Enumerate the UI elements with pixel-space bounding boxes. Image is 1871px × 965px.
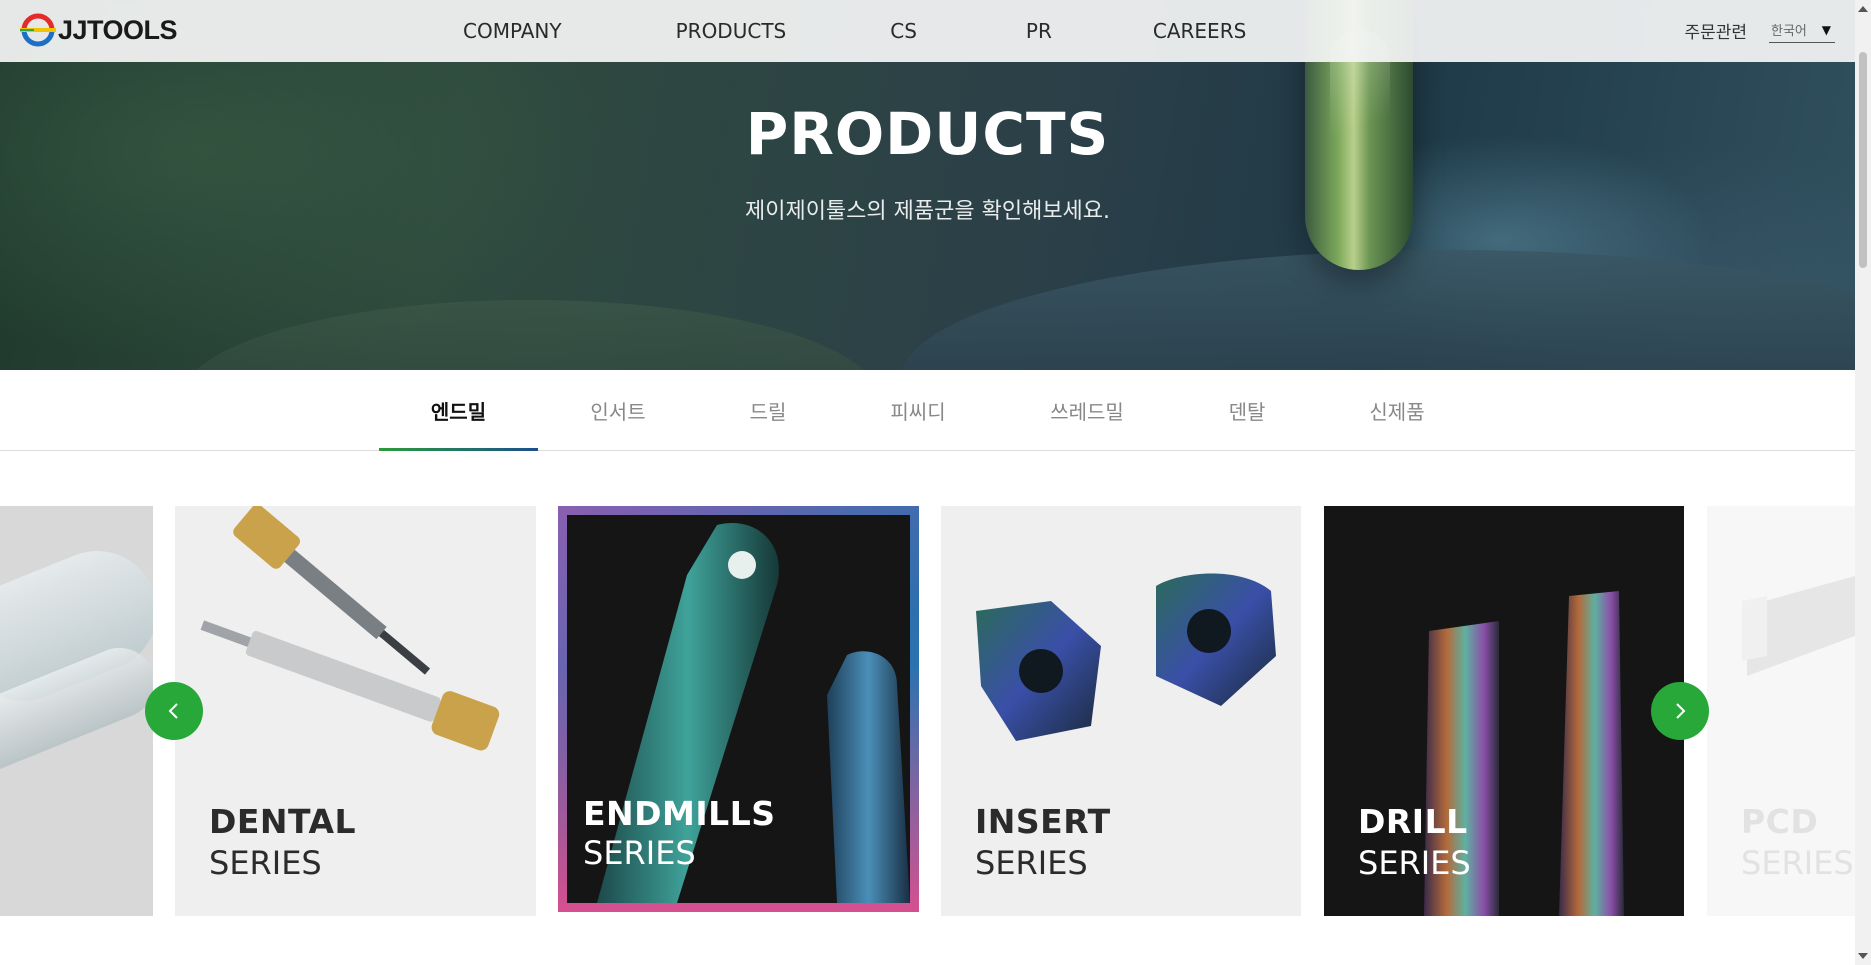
hero-title: PRODUCTS bbox=[745, 100, 1110, 168]
nav-products[interactable]: PRODUCTS bbox=[676, 19, 787, 43]
card-subtitle: SERIES bbox=[1741, 844, 1854, 882]
carousel-prev-button[interactable] bbox=[145, 682, 203, 740]
product-card-dental[interactable]: DENTAL SERIES bbox=[175, 506, 536, 916]
pcd-image bbox=[1742, 576, 1855, 676]
nav-pr[interactable]: PR bbox=[1026, 19, 1052, 43]
carousel-next-button[interactable] bbox=[1651, 682, 1709, 740]
card-title: INSERT bbox=[975, 802, 1111, 841]
card-title: DRILL bbox=[1358, 802, 1468, 841]
card-subtitle: SERIES bbox=[1358, 844, 1471, 882]
order-link[interactable]: 주문관련 bbox=[1684, 18, 1747, 43]
page-scrollbar[interactable] bbox=[1855, 0, 1871, 965]
dental-tools-image bbox=[200, 506, 500, 751]
logo-text: JJTOOLS bbox=[58, 14, 178, 45]
insert-image bbox=[976, 573, 1276, 741]
hero-subtitle: 제이제이툴스의 제품군을 확인해보세요. bbox=[744, 199, 1111, 224]
tab-drill[interactable]: 드릴 bbox=[698, 370, 838, 450]
logo[interactable]: JJTOOLS bbox=[20, 12, 178, 48]
language-select[interactable]: 한국어 ▼ bbox=[1769, 18, 1835, 43]
product-card-pcd[interactable]: PCD SERIES bbox=[1707, 506, 1855, 916]
nav-cs[interactable]: CS bbox=[890, 19, 917, 43]
hero-background-shape bbox=[900, 250, 1855, 370]
product-card-partial[interactable] bbox=[0, 506, 153, 916]
tab-endmill[interactable]: 엔드밀 bbox=[379, 370, 538, 451]
product-card-insert[interactable]: INSERT SERIES bbox=[941, 506, 1301, 916]
product-card-endmills[interactable]: ENDMILLS SERIES bbox=[558, 506, 919, 912]
card-subtitle: SERIES bbox=[975, 844, 1088, 882]
card-subtitle: SERIES bbox=[209, 844, 322, 882]
nav-company[interactable]: COMPANY bbox=[463, 19, 562, 43]
tab-dental[interactable]: 덴탈 bbox=[1177, 370, 1317, 450]
card-title: ENDMILLS bbox=[583, 794, 776, 833]
hero-background-shape bbox=[180, 300, 880, 370]
tab-new-products[interactable]: 신제품 bbox=[1327, 370, 1467, 450]
card-title: DENTAL bbox=[209, 802, 357, 841]
card-title: PCD bbox=[1741, 802, 1819, 841]
category-tabs: 엔드밀 인서트 드릴 피씨디 쓰레드밀 덴탈 신제품 bbox=[0, 370, 1855, 451]
site-header: JJTOOLS COMPANY PRODUCTS CS PR CAREERS 주… bbox=[0, 0, 1855, 62]
language-label: 한국어 bbox=[1771, 24, 1807, 39]
tab-threadmill[interactable]: 쓰레드밀 bbox=[1017, 370, 1157, 450]
chevron-left-icon bbox=[168, 703, 178, 719]
scroll-down-icon[interactable] bbox=[1858, 953, 1868, 959]
scroll-up-icon[interactable] bbox=[1858, 6, 1868, 12]
scrollbar-thumb[interactable] bbox=[1859, 52, 1867, 268]
header-utility: 주문관련 한국어 ▼ bbox=[1684, 18, 1835, 43]
product-card-drill[interactable]: DRILL SERIES bbox=[1324, 506, 1684, 916]
nav-careers[interactable]: CAREERS bbox=[1153, 19, 1246, 43]
main-nav: COMPANY PRODUCTS CS PR CAREERS bbox=[463, 0, 1246, 62]
card-subtitle: SERIES bbox=[583, 834, 696, 872]
chevron-right-icon bbox=[1676, 703, 1686, 719]
tab-insert[interactable]: 인서트 bbox=[548, 370, 688, 450]
tab-pcd[interactable]: 피씨디 bbox=[848, 370, 988, 450]
caret-down-icon: ▼ bbox=[1821, 22, 1831, 37]
logo-mark-icon bbox=[20, 12, 56, 48]
